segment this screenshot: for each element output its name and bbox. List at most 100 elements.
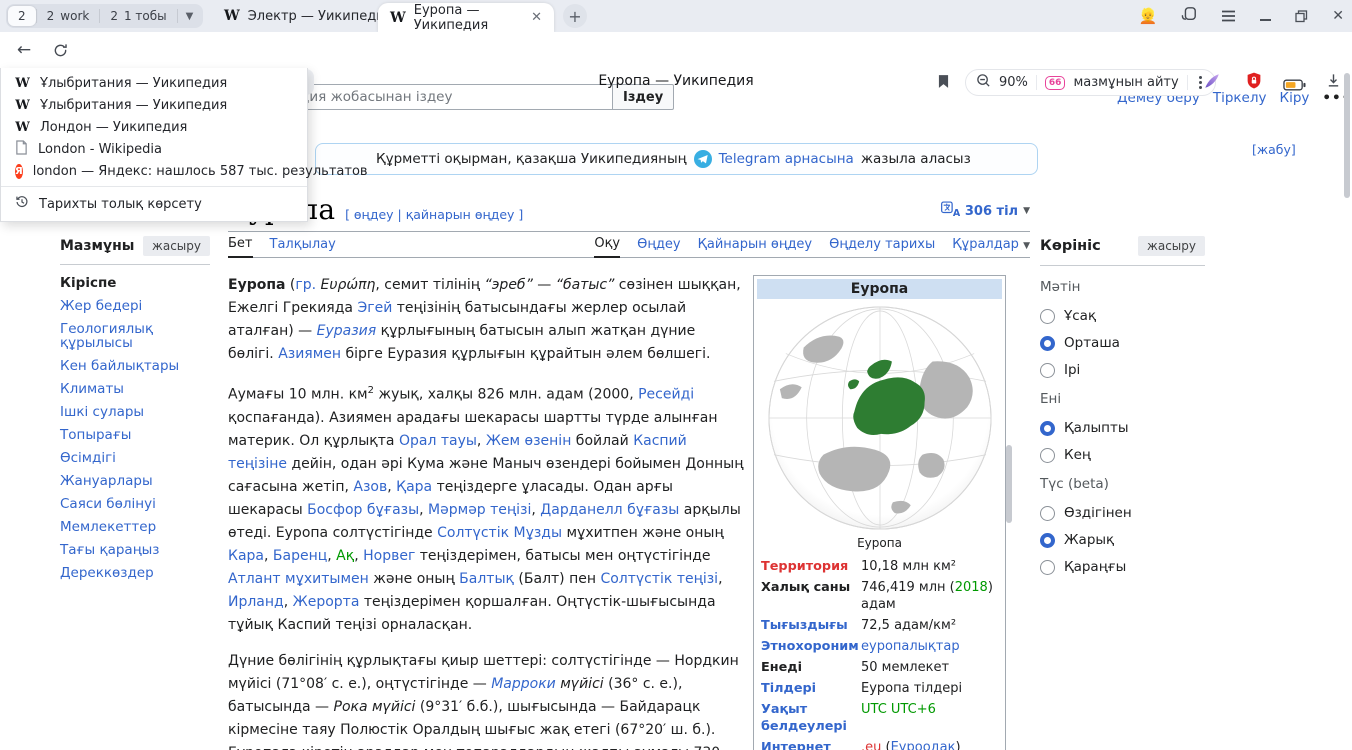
- telegram-channel-link[interactable]: Telegram арнасына: [719, 151, 854, 167]
- protect-shield-icon[interactable]: [1245, 71, 1263, 94]
- read-aloud-button[interactable]: мазмұнын айту: [1073, 75, 1178, 90]
- article-link[interactable]: Ресейді: [638, 387, 694, 403]
- article-link[interactable]: Кара: [228, 548, 264, 564]
- article-link[interactable]: Солтүстік теңізі: [600, 571, 718, 587]
- infobox-label[interactable]: Уақыт белдеулері: [761, 701, 861, 735]
- article-link[interactable]: Ирланд: [228, 594, 284, 610]
- article-link[interactable]: .eu: [861, 740, 881, 750]
- content-scrollbar-thumb[interactable]: [1006, 445, 1012, 523]
- toc-item[interactable]: Мемлекеттер: [60, 521, 210, 535]
- suggestion-item[interactable]: WҰлыбритания — Уикипедия: [1, 94, 307, 116]
- article-link[interactable]: Еуроодақ: [891, 740, 956, 750]
- suggestion-item[interactable]: London - Wikipedia: [1, 138, 307, 160]
- toc-item[interactable]: Ішкі сулары: [60, 406, 210, 420]
- tab-edit[interactable]: Өңдеу: [637, 237, 681, 257]
- europe-globe-image[interactable]: [766, 304, 994, 532]
- more-options-icon[interactable]: [1199, 81, 1202, 84]
- article-link[interactable]: UTC+6: [891, 702, 936, 717]
- yandex-feather-extension-icon[interactable]: [1203, 72, 1221, 94]
- article-link[interactable]: Мәрмәр теңізі: [428, 502, 531, 518]
- zoom-out-icon[interactable]: [976, 73, 991, 92]
- bookmark-icon[interactable]: [938, 74, 949, 93]
- profile-avatar[interactable]: 👱: [1139, 7, 1158, 25]
- article-link[interactable]: Жерорта: [293, 594, 360, 610]
- article-link[interactable]: Азиямен: [278, 346, 341, 362]
- article-link[interactable]: Еуразия: [317, 323, 377, 339]
- tab-page[interactable]: Бет: [228, 236, 253, 258]
- download-icon[interactable]: [1326, 73, 1341, 92]
- article-link[interactable]: Баренц: [273, 548, 327, 564]
- article-link[interactable]: Дарданелл бұғазы: [540, 502, 679, 518]
- back-button[interactable]: ←: [12, 39, 36, 61]
- infobox-label[interactable]: Тілдері: [761, 680, 861, 697]
- tab-talk[interactable]: Талқылау: [270, 237, 336, 257]
- suggestion-item[interactable]: WҰлыбритания — Уикипедия: [1, 72, 307, 94]
- toc-item[interactable]: Тағы қараңыз: [60, 544, 210, 558]
- article-link[interactable]: Босфор бұғазы: [307, 502, 419, 518]
- article-link[interactable]: Балтық: [459, 571, 514, 587]
- article-link[interactable]: UTC: [861, 702, 887, 717]
- tab-close-icon[interactable]: ✕: [531, 10, 542, 25]
- tab-group-work[interactable]: 2work: [37, 6, 100, 26]
- show-full-history-item[interactable]: Тарихты толық көрсету: [1, 191, 307, 217]
- suggestion-item[interactable]: WЛондон — Уикипедия: [1, 116, 307, 138]
- toc-item[interactable]: Кіріспе: [60, 277, 210, 291]
- toc-item[interactable]: Кен байлықтары: [60, 360, 210, 374]
- article-link[interactable]: Орал тауы: [399, 433, 477, 449]
- battery-icon[interactable]: [1283, 76, 1306, 95]
- toc-item[interactable]: Топырағы: [60, 429, 210, 443]
- article-link[interactable]: Атлант мұхитымен: [228, 571, 369, 587]
- radio-width-standard[interactable]: Қалыпты: [1040, 420, 1205, 436]
- article-link[interactable]: Ақ: [336, 548, 354, 564]
- radio-text-standard[interactable]: Орташа: [1040, 335, 1205, 351]
- infobox-label[interactable]: Территория: [761, 558, 861, 575]
- article-link[interactable]: Азов: [353, 479, 387, 495]
- radio-color-dark[interactable]: Қараңғы: [1040, 559, 1205, 575]
- radio-text-small[interactable]: Ұсақ: [1040, 308, 1205, 324]
- suggestion-item[interactable]: Яlondon — Яндекс: нашлось 587 тыс. резул…: [1, 160, 307, 182]
- title-edit-links[interactable]: [ өңдеу | қайнарын өңдеу ]: [345, 207, 523, 222]
- tab-europa-active[interactable]: W Еуропа — Уикипедия ✕: [378, 3, 554, 32]
- tab-history[interactable]: Өңделу тарихы: [829, 237, 935, 257]
- tab-group-1-toby[interactable]: 21 тобы: [100, 6, 176, 26]
- toc-item[interactable]: Өсімдігі: [60, 452, 210, 466]
- article-link[interactable]: Эгей: [357, 300, 392, 316]
- window-scrollbar-thumb[interactable]: [1344, 73, 1350, 198]
- browser-menu-icon[interactable]: [1221, 7, 1236, 26]
- article-link[interactable]: Солтүстік Мұзды: [437, 525, 562, 541]
- tab-edit-source[interactable]: Қайнарын өңдеу: [698, 237, 812, 257]
- side-panels-icon[interactable]: [1181, 6, 1197, 26]
- new-tab-button[interactable]: +: [563, 4, 587, 28]
- radio-text-large[interactable]: Ірі: [1040, 362, 1205, 378]
- article-link[interactable]: 2018: [955, 580, 988, 595]
- language-selector-button[interactable]: A 306 тіл ▼: [941, 201, 1030, 221]
- infobox-label[interactable]: Этнохороним: [761, 638, 861, 655]
- article-link[interactable]: Жем өзенін: [486, 433, 572, 449]
- tab-tools[interactable]: Құралдар ▼: [952, 237, 1030, 257]
- toc-item[interactable]: Жер бедері: [60, 300, 210, 314]
- toc-item[interactable]: Жануарлары: [60, 475, 210, 489]
- toc-item[interactable]: Геологиялық құрылысы: [60, 323, 210, 350]
- infobox-label[interactable]: Интернет үйшігі: [761, 739, 861, 750]
- infobox-label[interactable]: Тығыздығы: [761, 617, 861, 634]
- radio-width-wide[interactable]: Кең: [1040, 447, 1205, 463]
- reload-button[interactable]: [48, 39, 72, 61]
- article-link[interactable]: Норвег: [363, 548, 415, 564]
- tab-electr[interactable]: W Электр — Уикипедия: [212, 0, 405, 32]
- window-close-button[interactable]: ✕: [1332, 8, 1344, 24]
- radio-color-light[interactable]: Жарық: [1040, 532, 1205, 548]
- window-minimize-button[interactable]: [1260, 11, 1271, 21]
- toc-hide-button[interactable]: жасыру: [143, 236, 210, 256]
- article-link[interactable]: еуропалықтар: [861, 639, 960, 654]
- zoom-level[interactable]: 90%: [999, 75, 1028, 90]
- banner-close-link[interactable]: [жабу]: [1252, 142, 1296, 157]
- radio-color-auto[interactable]: Өздігінен: [1040, 505, 1205, 521]
- tab-group-pinned[interactable]: 2: [8, 6, 36, 26]
- toc-item[interactable]: Саяси бөлінуі: [60, 498, 210, 512]
- tab-read[interactable]: Оқу: [594, 236, 620, 258]
- tab-groups-chevron-icon[interactable]: ▼: [178, 11, 202, 22]
- toc-item[interactable]: Климаты: [60, 383, 210, 397]
- toc-item[interactable]: Дереккөздер: [60, 567, 210, 581]
- article-link[interactable]: Қара: [396, 479, 432, 495]
- window-restore-button[interactable]: [1295, 10, 1308, 23]
